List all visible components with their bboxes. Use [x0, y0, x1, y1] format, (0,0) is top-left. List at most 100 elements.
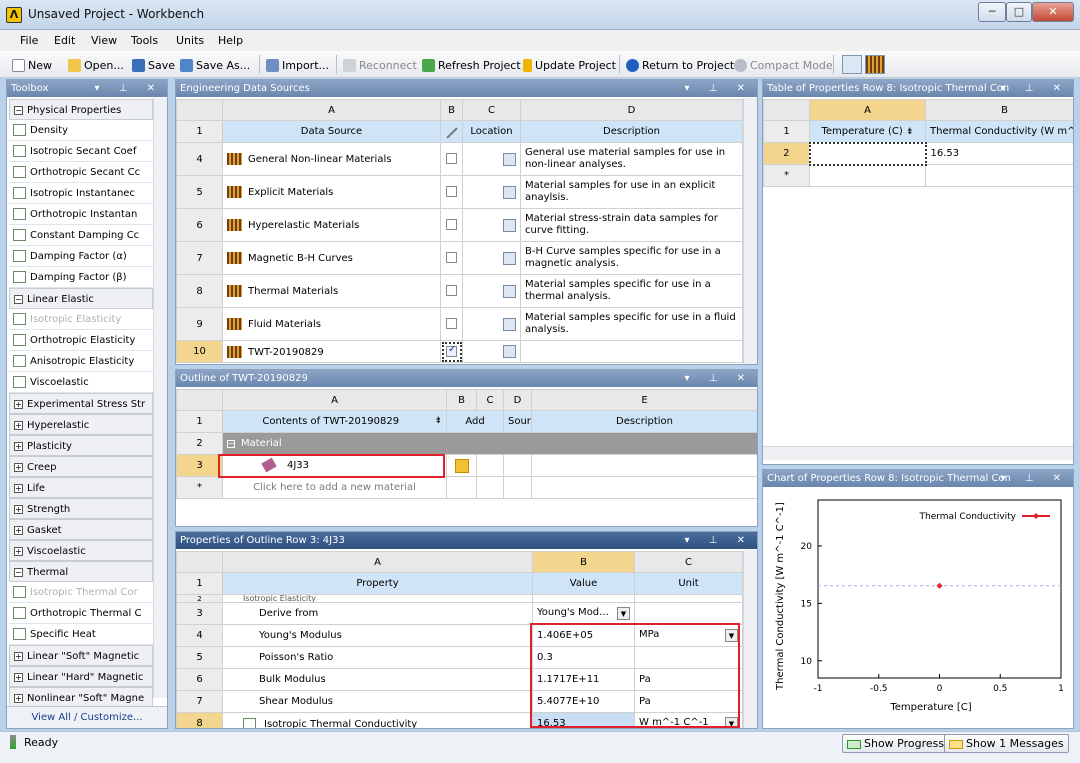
properties-scrollbar[interactable] [743, 550, 757, 728]
menu-help[interactable]: Help [218, 34, 243, 47]
property-cell[interactable]: Young's Modulus [222, 624, 533, 647]
checkbox-cell[interactable] [440, 307, 463, 341]
col-header-a[interactable]: A [809, 99, 926, 121]
checkbox-cell[interactable] [440, 274, 463, 308]
save-as-button[interactable]: Save As... [180, 57, 250, 73]
toolbox-category[interactable]: − Thermal [9, 561, 153, 582]
toolbox-category[interactable]: + Experimental Stress Str [9, 393, 153, 414]
collapse-icon[interactable]: − [227, 440, 235, 448]
location-cell[interactable] [462, 175, 521, 209]
isotropic-elasticity-row[interactable]: Isotropic Elasticity [222, 594, 533, 603]
browse-location-icon[interactable] [503, 185, 516, 199]
add-new-material-cell[interactable]: Click here to add a new material [222, 476, 447, 499]
panel-controls[interactable]: ▾ ⊥ ✕ [1001, 470, 1069, 487]
col-header-c[interactable]: C [476, 389, 504, 411]
toolbox-category[interactable]: + Hyperelastic [9, 414, 153, 435]
col-header-b[interactable]: B [532, 551, 635, 573]
expand-icon[interactable]: + [14, 504, 23, 514]
collapse-icon[interactable]: − [14, 567, 23, 577]
toolbox-item[interactable]: Orthotropic Elasticity [9, 330, 153, 351]
col-header-a[interactable]: A [222, 551, 533, 573]
property-cell[interactable]: Isotropic Thermal Conductivity [222, 712, 533, 728]
col-header-a[interactable]: A [222, 99, 441, 121]
collapse-icon[interactable]: − [14, 294, 23, 304]
checkbox-cell[interactable] [440, 340, 463, 363]
menu-file[interactable]: File [20, 34, 38, 47]
expand-icon[interactable]: + [14, 420, 23, 430]
expand-icon[interactable]: + [14, 441, 23, 451]
library-checkbox[interactable] [446, 252, 457, 264]
material-group-row[interactable]: − Material [222, 432, 757, 455]
library-checkbox[interactable] [446, 318, 457, 330]
engineering-data-sources-toggle-icon[interactable] [865, 55, 885, 74]
library-checkbox[interactable] [446, 344, 457, 357]
table-props-hscrollbar[interactable] [763, 446, 1073, 460]
data-source-cell[interactable]: Fluid Materials [222, 307, 441, 341]
checkbox-cell[interactable] [440, 208, 463, 242]
toolbox-item[interactable]: Damping Factor (α) [9, 246, 153, 267]
temperature-cell[interactable] [808, 141, 927, 166]
browse-location-icon[interactable] [503, 317, 516, 331]
toolbox-category[interactable]: + Viscoelastic [9, 540, 153, 561]
panel-controls[interactable]: ▾ ⊥ ✕ [1001, 80, 1069, 97]
library-checkbox[interactable] [446, 285, 457, 297]
toolbox-category[interactable]: + Nonlinear "Soft" Magne [9, 687, 153, 708]
toolbox-category[interactable]: − Linear Elastic [9, 288, 153, 309]
browse-location-icon[interactable] [503, 284, 516, 298]
col-header-b[interactable]: B [440, 99, 463, 121]
toolbox-item[interactable]: Isotropic Secant Coef [9, 141, 153, 162]
filter-icon[interactable] [842, 55, 862, 74]
compact-mode-button[interactable]: Compact Mode [734, 57, 833, 73]
toolbox-item[interactable]: Damping Factor (β) [9, 267, 153, 288]
menu-edit[interactable]: Edit [54, 34, 75, 47]
table-row[interactable]: 6 Hyperelastic Materials Material stress-s… [176, 208, 743, 242]
browse-location-icon[interactable] [503, 218, 516, 232]
sort-icon[interactable]: ⇟ [434, 416, 442, 426]
expand-icon[interactable]: + [14, 651, 23, 661]
maximize-button[interactable]: □ [1006, 2, 1032, 22]
col-header-d[interactable]: D [520, 99, 743, 121]
library-checkbox[interactable] [446, 186, 457, 198]
menu-tools[interactable]: Tools [131, 34, 158, 47]
data-source-cell[interactable]: Hyperelastic Materials [222, 208, 441, 242]
save-button[interactable]: Save [132, 57, 175, 73]
col-header-c[interactable]: C [634, 551, 743, 573]
data-source-cell[interactable]: Magnetic B-H Curves [222, 241, 441, 275]
property-cell[interactable]: Poisson's Ratio [222, 646, 533, 669]
thermal-conductivity-value[interactable]: 16.53 [925, 142, 1073, 165]
col-header-b[interactable]: B [925, 99, 1073, 121]
return-to-project-button[interactable]: Return to Project [626, 57, 734, 73]
table-row[interactable]: 7 Magnetic B-H Curves B-H Curve samples sp… [176, 241, 743, 275]
location-cell[interactable] [462, 307, 521, 341]
checkbox-cell[interactable] [440, 241, 463, 275]
data-source-cell[interactable]: General Non-linear Materials [222, 142, 441, 176]
new-button[interactable]: New [12, 57, 52, 73]
import-button[interactable]: Import... [266, 57, 329, 73]
toolbox-category[interactable]: + Linear "Soft" Magnetic [9, 645, 153, 666]
col-header-c[interactable]: C [462, 99, 521, 121]
table-row[interactable]: 8 Thermal Materials Material samples speci… [176, 274, 743, 308]
unit-cell[interactable] [634, 602, 743, 625]
location-cell[interactable] [462, 274, 521, 308]
location-cell[interactable] [462, 241, 521, 275]
toolbox-category[interactable]: + Creep [9, 456, 153, 477]
toolbox-item[interactable]: Viscoelastic [9, 372, 153, 393]
data-source-cell[interactable]: Explicit Materials [222, 175, 441, 209]
toolbox-category[interactable]: + Linear "Hard" Magnetic [9, 666, 153, 687]
toolbox-scrollbar[interactable] [153, 98, 167, 698]
col-header-d[interactable]: D [503, 389, 532, 411]
browse-location-icon[interactable] [503, 251, 516, 265]
eds-scrollbar[interactable] [743, 98, 757, 364]
property-cell[interactable]: Bulk Modulus [222, 668, 533, 691]
table-row[interactable]: 10 TWT-20190829 [176, 340, 743, 363]
toolbox-item[interactable]: Specific Heat [9, 624, 153, 645]
panel-controls[interactable]: ▾ ⊥ ✕ [95, 80, 163, 97]
col-header-e[interactable]: E [531, 389, 757, 411]
checkbox-cell[interactable] [440, 175, 463, 209]
library-checkbox[interactable] [446, 153, 457, 165]
browse-location-icon[interactable] [503, 345, 516, 358]
toolbox-category[interactable]: + Strength [9, 498, 153, 519]
dropdown-arrow-icon[interactable]: ▼ [617, 607, 630, 620]
table-row[interactable]: 5 Explicit Materials Material samples for … [176, 175, 743, 209]
refresh-project-button[interactable]: Refresh Project [422, 57, 521, 73]
